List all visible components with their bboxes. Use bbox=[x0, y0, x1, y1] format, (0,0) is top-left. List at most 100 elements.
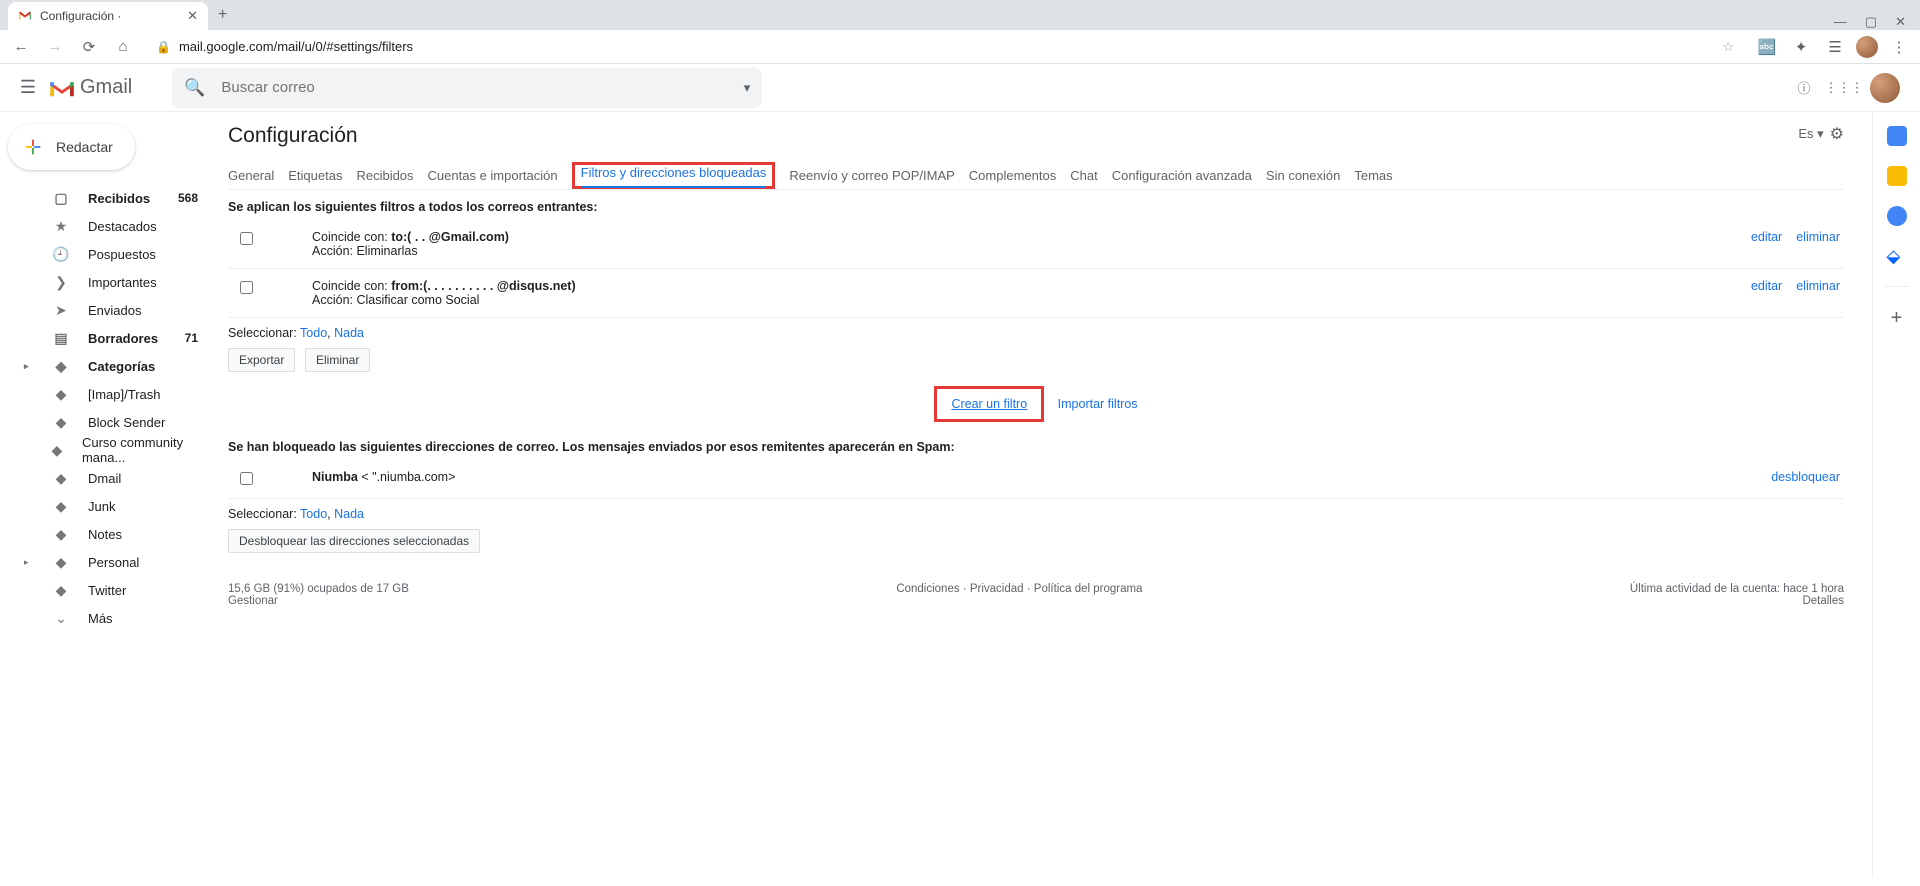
create-filter-link[interactable]: Crear un filtro bbox=[951, 397, 1027, 411]
window-minimize-icon[interactable]: — bbox=[1834, 14, 1847, 30]
tab-close-icon[interactable]: ✕ bbox=[187, 8, 198, 24]
unblock-link[interactable]: desbloquear bbox=[1771, 470, 1840, 484]
translate-icon[interactable]: 🔤 bbox=[1754, 38, 1780, 56]
program-policy-link[interactable]: Política del programa bbox=[1034, 583, 1143, 595]
sidebar-item[interactable]: ▢Recibidos568 bbox=[0, 184, 210, 212]
settings-tab[interactable]: Cuentas e importación bbox=[428, 162, 558, 189]
delete-filter-link[interactable]: eliminar bbox=[1796, 230, 1840, 244]
sidebar-item[interactable]: ▸◆Categorías bbox=[0, 352, 210, 380]
export-button[interactable]: Exportar bbox=[228, 348, 295, 372]
search-icon[interactable]: 🔍 bbox=[184, 78, 205, 98]
sidebar-nav: ▢Recibidos568★Destacados🕘Pospuestos❯Impo… bbox=[0, 184, 210, 632]
edit-filter-link[interactable]: editar bbox=[1751, 279, 1782, 293]
manage-storage-link[interactable]: Gestionar bbox=[228, 595, 278, 607]
sidebar-item[interactable]: ◆Notes bbox=[0, 520, 210, 548]
compose-button[interactable]: Redactar bbox=[8, 124, 135, 170]
sidebar-item[interactable]: ◆[Imap]/Trash bbox=[0, 380, 210, 408]
search-options-icon[interactable]: ▾ bbox=[744, 80, 751, 96]
settings-tab[interactable]: Recibidos bbox=[356, 162, 413, 189]
settings-tab[interactable]: Sin conexión bbox=[1266, 162, 1340, 189]
sidebar-item[interactable]: ◆Block Sender bbox=[0, 408, 210, 436]
new-tab-button[interactable]: + bbox=[208, 0, 237, 30]
home-button[interactable]: ⌂ bbox=[110, 38, 136, 55]
sidebar-item[interactable]: ▸◆Personal bbox=[0, 548, 210, 576]
address-bar[interactable]: 🔒 mail.google.com/mail/u/0/#settings/fil… bbox=[144, 35, 1746, 59]
reload-button[interactable]: ⟳ bbox=[76, 38, 102, 56]
unblock-selected-button[interactable]: Desbloquear las direcciones seleccionada… bbox=[228, 529, 480, 553]
url-text: mail.google.com/mail/u/0/#settings/filte… bbox=[179, 39, 413, 54]
select-label: Seleccionar: bbox=[228, 326, 297, 340]
add-addon-icon[interactable]: + bbox=[1891, 307, 1903, 330]
page-title: Configuración bbox=[228, 124, 1844, 148]
label-icon: ⌄ bbox=[52, 610, 70, 627]
extensions-icon[interactable]: ✦ bbox=[1788, 38, 1814, 56]
filter-checkbox[interactable] bbox=[240, 281, 253, 294]
browser-menu-icon[interactable]: ⋮ bbox=[1886, 38, 1912, 56]
settings-tab[interactable]: Complementos bbox=[969, 162, 1056, 189]
back-button[interactable]: ← bbox=[8, 38, 34, 55]
select-all-link[interactable]: Todo bbox=[300, 326, 327, 340]
support-icon[interactable]: ⓘ bbox=[1790, 74, 1818, 102]
delete-button[interactable]: Eliminar bbox=[305, 348, 370, 372]
tasks-addon-icon[interactable] bbox=[1887, 206, 1907, 226]
search-box[interactable]: 🔍 ▾ bbox=[172, 68, 762, 108]
keep-addon-icon[interactable] bbox=[1887, 166, 1907, 186]
settings-tab[interactable]: Temas bbox=[1354, 162, 1392, 189]
activity-text: Última actividad de la cuenta: hace 1 ho… bbox=[1630, 583, 1844, 595]
filters-heading: Se aplican los siguientes filtros a todo… bbox=[228, 200, 1844, 214]
gmail-logo[interactable]: Gmail bbox=[48, 76, 132, 99]
apps-grid-icon[interactable]: ⋮⋮⋮ bbox=[1830, 74, 1858, 102]
sidebar-item[interactable]: ▤Borradores71 bbox=[0, 324, 210, 352]
label-icon: ▢ bbox=[52, 190, 70, 207]
forward-button[interactable]: → bbox=[42, 38, 68, 55]
settings-gear-icon[interactable]: ⚙ bbox=[1830, 124, 1844, 144]
browser-tab[interactable]: Configuración · ✕ bbox=[8, 2, 208, 30]
tab-title: Configuración · bbox=[40, 9, 179, 23]
account-avatar[interactable] bbox=[1870, 73, 1900, 103]
gmail-logo-icon bbox=[48, 77, 76, 99]
sidebar-item[interactable]: ★Destacados bbox=[0, 212, 210, 240]
sidebar-item-label: Enviados bbox=[88, 303, 141, 318]
sidebar-item[interactable]: ◆Dmail bbox=[0, 464, 210, 492]
profile-avatar-small[interactable] bbox=[1856, 36, 1878, 58]
select-label-2: Seleccionar: bbox=[228, 507, 297, 521]
settings-tab[interactable]: Etiquetas bbox=[288, 162, 342, 189]
window-maximize-icon[interactable]: ▢ bbox=[1865, 14, 1877, 30]
window-close-icon[interactable]: ✕ bbox=[1895, 14, 1906, 30]
filter-checkbox[interactable] bbox=[240, 232, 253, 245]
settings-tab[interactable]: General bbox=[228, 162, 274, 189]
star-icon[interactable]: ☆ bbox=[1722, 39, 1734, 55]
label-icon: ◆ bbox=[50, 442, 64, 459]
select-none-link[interactable]: Nada bbox=[334, 326, 364, 340]
terms-link[interactable]: Condiciones bbox=[896, 583, 959, 595]
sidebar-item[interactable]: ◆Twitter bbox=[0, 576, 210, 604]
sidebar-item[interactable]: ◆Junk bbox=[0, 492, 210, 520]
sidebar-item-label: Borradores bbox=[88, 331, 158, 346]
playlist-icon[interactable]: ☰ bbox=[1822, 38, 1848, 56]
delete-filter-link[interactable]: eliminar bbox=[1796, 279, 1840, 293]
search-input[interactable] bbox=[221, 79, 727, 96]
compose-label: Redactar bbox=[56, 139, 113, 155]
settings-tab[interactable]: Configuración avanzada bbox=[1112, 162, 1252, 189]
import-filters-link[interactable]: Importar filtros bbox=[1058, 397, 1138, 411]
blocked-checkbox[interactable] bbox=[240, 472, 253, 485]
sidebar-item[interactable]: ⌄Más bbox=[0, 604, 210, 632]
sidebar-item[interactable]: ❯Importantes bbox=[0, 268, 210, 296]
privacy-link[interactable]: Privacidad bbox=[970, 583, 1024, 595]
calendar-addon-icon[interactable] bbox=[1887, 126, 1907, 146]
select-all-link-2[interactable]: Todo bbox=[300, 507, 327, 521]
sidebar-item[interactable]: 🕘Pospuestos bbox=[0, 240, 210, 268]
main-menu-icon[interactable]: ☰ bbox=[8, 77, 48, 98]
sidebar-item-count: 71 bbox=[185, 331, 198, 345]
details-link[interactable]: Detalles bbox=[1802, 595, 1844, 607]
select-none-link-2[interactable]: Nada bbox=[334, 507, 364, 521]
settings-tab[interactable]: Reenvío y correo POP/IMAP bbox=[789, 162, 954, 189]
settings-tab[interactable]: Chat bbox=[1070, 162, 1097, 189]
sidebar-item[interactable]: ◆Curso community mana... bbox=[0, 436, 210, 464]
edit-filter-link[interactable]: editar bbox=[1751, 230, 1782, 244]
label-icon: ★ bbox=[52, 218, 70, 235]
dropbox-addon-icon[interactable]: ⬙ bbox=[1887, 246, 1907, 266]
settings-tab[interactable]: Filtros y direcciones bloqueadas bbox=[581, 159, 767, 188]
sidebar-item[interactable]: ➤Enviados bbox=[0, 296, 210, 324]
language-selector[interactable]: Es ▾ bbox=[1798, 126, 1823, 142]
